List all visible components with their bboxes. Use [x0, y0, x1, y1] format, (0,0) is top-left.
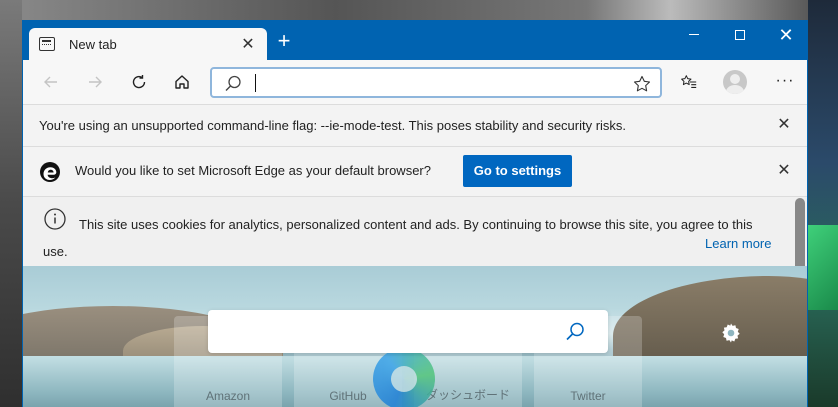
minimize-icon — [689, 34, 699, 36]
star-icon[interactable] — [632, 74, 652, 94]
default-browser-message: Would you like to set Microsoft Edge as … — [75, 163, 431, 178]
new-tab-page: Amazon GitHub ダッシュボード Twitter — [23, 266, 807, 407]
minimize-button[interactable] — [671, 20, 717, 52]
cookie-banner: This site uses cookies for analytics, pe… — [23, 196, 807, 266]
back-button[interactable] — [35, 66, 67, 98]
web-search-box[interactable] — [208, 310, 608, 353]
maximize-button[interactable] — [717, 20, 763, 52]
refresh-button[interactable] — [123, 66, 155, 98]
profile-icon[interactable] — [723, 70, 747, 94]
text-caret — [255, 74, 256, 92]
home-icon — [175, 75, 189, 89]
new-tab-button[interactable]: + — [273, 30, 295, 53]
tab-new-tab[interactable]: New tab ✕ — [29, 28, 267, 60]
cookie-message: This site uses cookies for analytics, pe… — [43, 217, 753, 259]
tab-page-icon — [39, 37, 55, 51]
quick-link-label: Amazon — [205, 389, 251, 403]
browser-window: New tab ✕ + ✕ ··· You're using an unsupp… — [22, 20, 808, 407]
close-window-button[interactable]: ✕ — [763, 20, 807, 52]
back-icon — [44, 76, 57, 88]
search-icon — [225, 75, 241, 91]
forward-button[interactable] — [79, 66, 111, 98]
home-button[interactable] — [166, 66, 198, 98]
favorites-button[interactable] — [673, 66, 705, 98]
desktop-background-left — [0, 0, 22, 407]
edge-logo-decoration — [373, 348, 435, 407]
favorites-icon — [681, 75, 697, 88]
desktop-background-top — [0, 0, 838, 20]
toolbar: ··· — [23, 60, 807, 104]
desktop-background-right — [808, 0, 838, 407]
gear-icon[interactable] — [719, 321, 743, 345]
default-browser-close-button[interactable]: ✕ — [775, 162, 793, 180]
default-browser-infobar: Would you like to set Microsoft Edge as … — [23, 146, 807, 196]
web-search-input[interactable] — [224, 322, 544, 342]
tab-title: New tab — [69, 36, 117, 52]
desktop-window-fragment — [808, 225, 838, 310]
refresh-icon — [132, 75, 146, 89]
flag-warning-message: You're using an unsupported command-line… — [39, 118, 627, 133]
maximize-icon — [735, 29, 745, 40]
forward-icon — [89, 76, 102, 88]
address-input[interactable] — [252, 73, 622, 93]
flag-warning-infobar: You're using an unsupported command-line… — [23, 104, 807, 146]
address-bar[interactable] — [210, 67, 662, 98]
go-to-settings-button[interactable]: Go to settings — [463, 155, 572, 187]
edge-logo-icon — [40, 162, 60, 182]
flag-warning-close-button[interactable]: ✕ — [775, 116, 793, 134]
search-icon[interactable] — [564, 321, 586, 343]
quick-link-label: Twitter — [570, 389, 606, 403]
settings-and-more-button[interactable]: ··· — [769, 66, 801, 98]
learn-more-link[interactable]: Learn more — [705, 236, 771, 251]
page-scrollbar-thumb[interactable] — [795, 198, 805, 274]
tab-close-button[interactable]: ✕ — [239, 34, 257, 54]
title-bar[interactable]: New tab ✕ + ✕ — [23, 20, 807, 60]
